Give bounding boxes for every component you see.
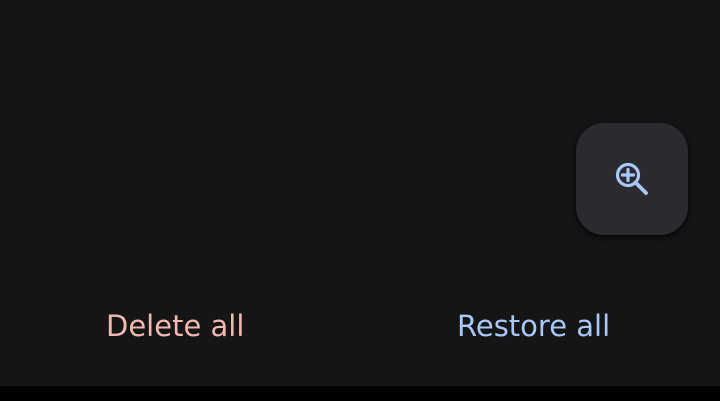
zoom-in-button[interactable] xyxy=(576,123,688,235)
navigation-bar xyxy=(0,386,720,401)
restore-all-button[interactable]: Restore all xyxy=(457,304,610,348)
delete-all-button[interactable]: Delete all xyxy=(106,304,244,348)
zoom-in-icon xyxy=(615,162,648,195)
screen-content: Delete all Restore all xyxy=(0,0,720,386)
